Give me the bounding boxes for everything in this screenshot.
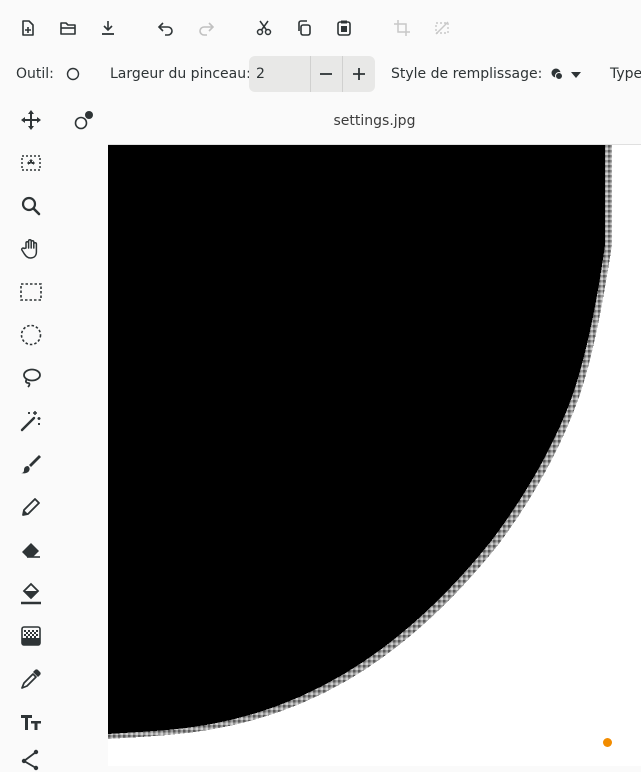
brush-width-value[interactable]: 2 — [256, 66, 265, 82]
hand-icon — [21, 239, 38, 259]
minus-icon — [320, 73, 332, 75]
pencil-icon — [22, 498, 40, 516]
line-curve-tool[interactable] — [18, 746, 44, 772]
header-bar: Outil: Largeur du pinceau: 2 Style de re… — [0, 0, 641, 100]
rectangle-select-icon — [20, 283, 42, 301]
fill-style-label: Style de remplissage: — [391, 66, 543, 82]
magic-wand-tool[interactable] — [18, 408, 44, 434]
color-selector-button[interactable] — [70, 108, 96, 134]
color-picker-tool[interactable] — [18, 666, 44, 692]
ellipse-select-icon — [20, 324, 42, 346]
redo-icon — [199, 22, 215, 36]
image-canvas[interactable] — [108, 145, 641, 766]
redo-button[interactable] — [194, 18, 218, 38]
ellipse-icon[interactable] — [66, 67, 80, 81]
lasso-select-tool[interactable] — [18, 365, 44, 391]
new-file-icon — [22, 20, 34, 36]
paint-bucket-tool[interactable] — [18, 580, 44, 606]
canvas-image — [108, 145, 612, 739]
download-icon — [102, 21, 114, 35]
pan-tool[interactable] — [18, 236, 44, 262]
move-selection-tool[interactable] — [18, 150, 44, 176]
pencil-tool[interactable] — [18, 494, 44, 520]
ellipse-select-tool[interactable] — [18, 322, 44, 348]
gradient-icon — [21, 626, 41, 646]
paint-bucket-icon — [21, 582, 41, 605]
folder-open-icon — [60, 22, 76, 35]
zoom-tool[interactable] — [18, 193, 44, 219]
type-label: Type — [610, 66, 641, 82]
tools-sidebar — [0, 100, 62, 771]
text-tool[interactable] — [18, 709, 44, 735]
plus-icon — [353, 68, 365, 80]
paintbrush-icon — [21, 455, 41, 474]
eyedropper-icon — [21, 669, 41, 689]
tool-options-bar: Outil: Largeur du pinceau: 2 Style de re… — [0, 56, 641, 92]
curve-icon — [21, 749, 39, 771]
paste-button[interactable] — [332, 18, 356, 38]
eraser-icon — [22, 543, 40, 558]
fill-style-dropdown[interactable] — [548, 66, 584, 82]
main-toolbar — [0, 8, 641, 48]
open-file-button[interactable] — [56, 18, 80, 38]
deselect-button[interactable] — [430, 18, 454, 38]
paste-icon — [337, 20, 351, 36]
new-file-button[interactable] — [16, 18, 40, 38]
magnifier-icon — [21, 196, 41, 216]
copy-icon — [298, 20, 311, 36]
brush-width-spinner[interactable]: 2 — [249, 56, 375, 92]
move-selection-icon — [21, 155, 41, 171]
tool-label: Outil: — [16, 66, 54, 82]
move-arrows-icon — [21, 110, 41, 130]
crop-icon — [394, 20, 410, 36]
increase-width-button[interactable] — [343, 56, 375, 92]
cut-button[interactable] — [252, 18, 276, 38]
crop-button[interactable] — [390, 18, 414, 38]
save-file-button[interactable] — [96, 18, 120, 38]
deselect-icon — [435, 21, 449, 35]
lasso-icon — [23, 368, 41, 388]
magic-wand-icon — [20, 411, 41, 432]
brush-width-label: Largeur du pinceau: — [110, 66, 251, 82]
palette-icon — [74, 111, 93, 130]
text-icon — [21, 715, 41, 730]
copy-button[interactable] — [292, 18, 316, 38]
eraser-tool[interactable] — [18, 537, 44, 563]
status-indicator-dot — [603, 738, 612, 747]
document-tab-bar: settings.jpg — [108, 100, 641, 145]
paintbrush-tool[interactable] — [18, 451, 44, 477]
undo-button[interactable] — [154, 18, 178, 38]
move-selected-tool[interactable] — [18, 107, 44, 133]
cut-icon — [256, 20, 272, 36]
document-title[interactable]: settings.jpg — [108, 113, 641, 129]
undo-icon — [157, 22, 173, 36]
decrease-width-button[interactable] — [310, 56, 342, 92]
rectangle-select-tool[interactable] — [18, 279, 44, 305]
gradient-tool[interactable] — [18, 623, 44, 649]
